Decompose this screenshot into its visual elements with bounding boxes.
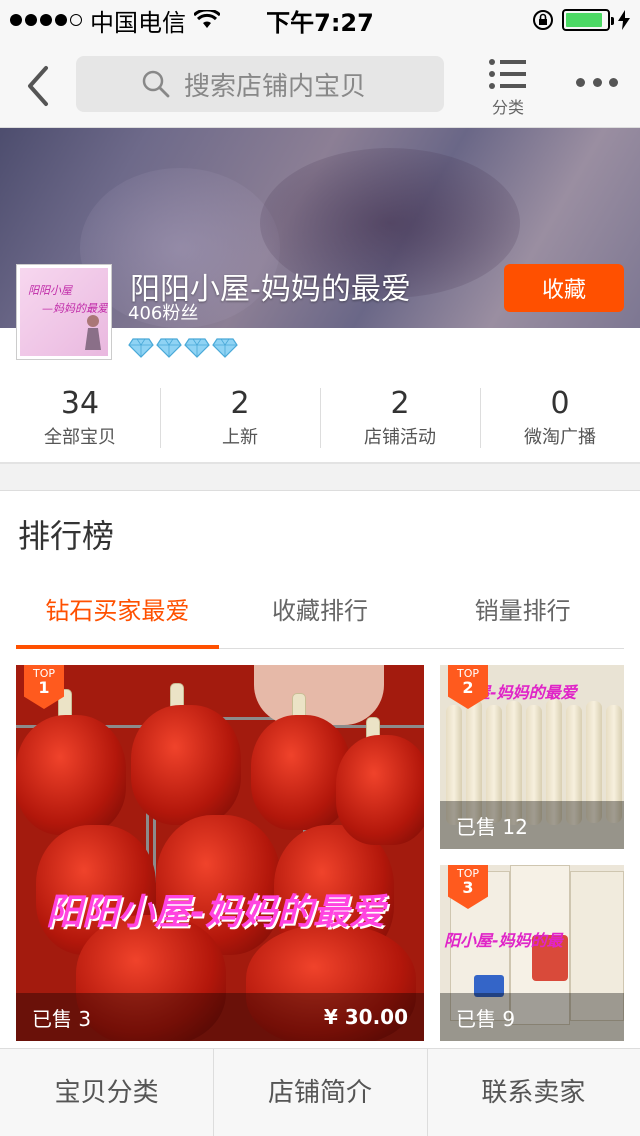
diamond-icon <box>128 338 154 358</box>
diamond-icon <box>156 338 182 358</box>
top-badge-rank: 1 <box>38 678 50 697</box>
item-sold-count: 已售 3 <box>32 1006 92 1031</box>
more-options-icon[interactable] <box>576 68 618 96</box>
rotation-lock-icon <box>533 10 553 30</box>
ranking-item-3[interactable]: 阳小屋-妈妈的最 TOP 3 已售 9 <box>440 865 624 1041</box>
item-sold-count: 已售 12 <box>456 814 528 839</box>
item-info-bar: 已售 3 ¥ 30.00 <box>16 993 424 1041</box>
contact-seller-button[interactable]: 联系卖家 <box>426 1049 640 1136</box>
category-label: 分类 <box>491 98 524 117</box>
carrier-name: 中国电信 <box>90 8 186 37</box>
stat-number: 0 <box>550 386 570 421</box>
logo-figure-icon <box>85 315 101 350</box>
logo-text-line-1: 阳阳小屋 <box>28 284 72 297</box>
tab-favorites-ranking[interactable]: 收藏排行 <box>219 587 422 648</box>
item-watermark: 阳小屋-妈妈的最 <box>444 931 563 950</box>
stat-number: 34 <box>60 386 100 421</box>
list-icon <box>489 59 526 89</box>
item-price: ¥ 30.00 <box>323 1005 408 1029</box>
status-bar: 中国电信 下午7:27 <box>0 0 640 40</box>
signal-strength-icon <box>10 14 82 26</box>
stat-shop-events[interactable]: 2 店铺活动 <box>320 380 480 460</box>
tab-diamond-buyers[interactable]: 钻石买家最爱 <box>16 587 219 649</box>
shop-intro-button[interactable]: 店铺简介 <box>213 1049 426 1136</box>
shop-stats: 34 全部宝贝 2 上新 2 店铺活动 0 微淘广播 <box>0 380 640 460</box>
item-info-bar: 已售 12 <box>440 801 624 849</box>
stat-number: 2 <box>230 386 250 421</box>
bottom-toolbar: 宝贝分类 店铺简介 联系卖家 <box>0 1048 640 1136</box>
battery-icon <box>562 9 614 31</box>
search-icon <box>142 70 170 98</box>
ranking-tabs: 钻石买家最爱 收藏排行 销量排行 <box>16 587 624 649</box>
tab-sales-ranking[interactable]: 销量排行 <box>421 587 624 648</box>
item-watermark: 屋-妈妈的最爱 <box>474 683 577 702</box>
divider <box>0 462 640 464</box>
category-button[interactable]: 分类 <box>486 58 530 120</box>
stat-number: 2 <box>390 386 410 421</box>
stat-broadcasts[interactable]: 0 微淘广播 <box>480 380 640 460</box>
ranking-card: 排行榜 钻石买家最爱 收藏排行 销量排行 阳阳小屋-妈妈的最爱 TOP 1 已售… <box>0 490 640 1050</box>
fans-count: 406粉丝 <box>128 303 199 324</box>
diamond-icon <box>184 338 210 358</box>
top-badge-rank: 2 <box>462 678 474 697</box>
ranking-title: 排行榜 <box>18 517 115 555</box>
nav-bar: 搜索店铺内宝贝 分类 <box>0 40 640 128</box>
top-badge-rank: 3 <box>462 878 474 897</box>
stat-all-items[interactable]: 34 全部宝贝 <box>0 380 160 460</box>
item-categories-button[interactable]: 宝贝分类 <box>0 1049 213 1136</box>
diamond-icon <box>212 338 238 358</box>
stat-label: 店铺活动 <box>364 427 436 448</box>
shop-rating-diamonds <box>128 338 238 358</box>
charging-icon <box>618 10 630 30</box>
ranking-item-2[interactable]: 屋-妈妈的最爱 TOP 2 已售 12 <box>440 665 624 849</box>
item-sold-count: 已售 9 <box>456 1006 516 1031</box>
item-watermark: 阳阳小屋-妈妈的最爱 <box>46 892 385 933</box>
stat-new-items[interactable]: 2 上新 <box>160 380 320 460</box>
favorite-shop-button[interactable]: 收藏 <box>504 264 624 312</box>
item-info-bar: 已售 9 <box>440 993 624 1041</box>
shop-logo[interactable]: 阳阳小屋 —妈妈的最爱 <box>16 264 112 360</box>
ranking-item-1[interactable]: 阳阳小屋-妈妈的最爱 TOP 1 已售 3 ¥ 30.00 <box>16 665 424 1041</box>
stat-label: 全部宝贝 <box>44 427 116 448</box>
search-placeholder: 搜索店铺内宝贝 <box>184 71 367 102</box>
stat-label: 微淘广播 <box>524 427 596 448</box>
back-arrow-icon[interactable] <box>22 64 58 108</box>
stat-label: 上新 <box>222 427 258 448</box>
wifi-icon <box>194 10 220 28</box>
search-input[interactable]: 搜索店铺内宝贝 <box>76 56 444 112</box>
